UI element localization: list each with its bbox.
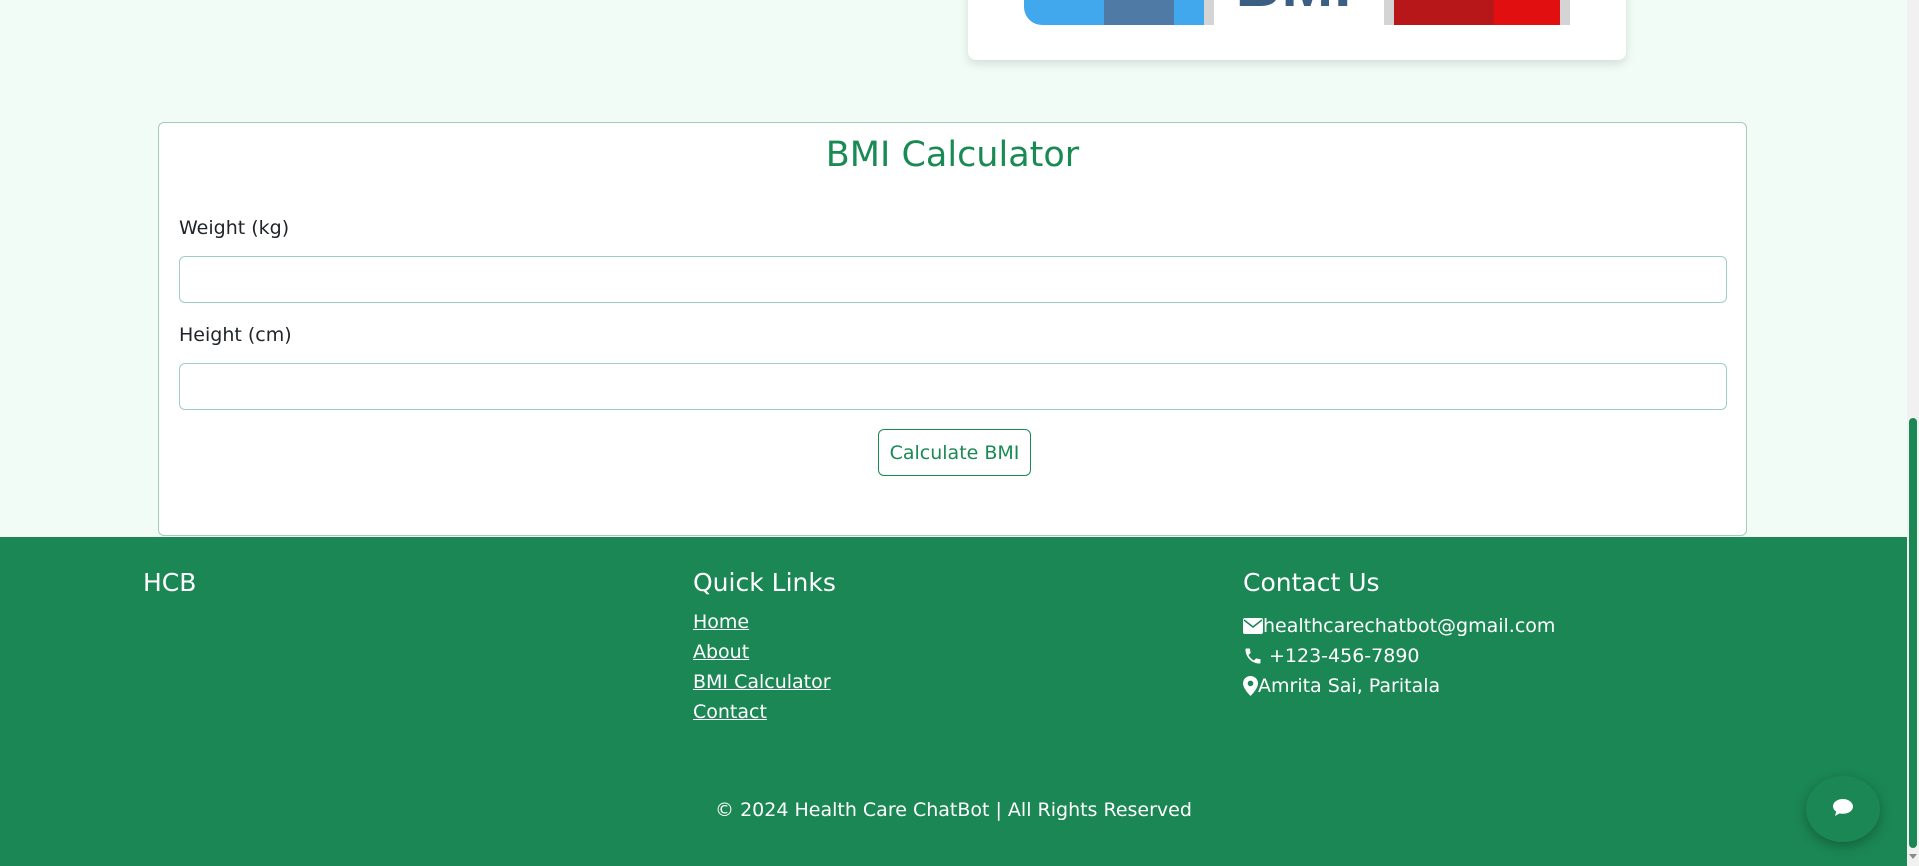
footer-brand: HCB [143, 568, 197, 597]
map-marker-icon [1243, 676, 1258, 696]
weight-input[interactable] [179, 256, 1727, 303]
contact-phone: +123-456-7890 [1269, 645, 1420, 667]
contact-email-row: healthcarechatbot@gmail.com [1243, 611, 1555, 641]
weight-label: Weight (kg) [179, 217, 290, 239]
height-label: Height (cm) [179, 324, 292, 346]
scrollbar-thumb[interactable] [1909, 418, 1917, 848]
contact-address: Amrita Sai, Paritala [1258, 675, 1441, 697]
bmi-calculator-card: BMI Calculator Weight (kg) Height (cm) C… [158, 122, 1747, 536]
footer-link-bmi-calculator[interactable]: BMI Calculator [693, 671, 831, 693]
footer-link-about[interactable]: About [693, 641, 749, 663]
calculate-bmi-button[interactable]: Calculate BMI [878, 429, 1031, 476]
footer-link-contact[interactable]: Contact [693, 701, 767, 723]
contact-address-row: Amrita Sai, Paritala [1243, 671, 1555, 701]
chat-bubble-icon [1833, 798, 1853, 820]
envelope-icon [1243, 618, 1263, 634]
chat-launcher-button[interactable] [1806, 776, 1880, 842]
bmi-gauge-label: BMI [1204, 0, 1384, 21]
copyright-text: © 2024 Health Care ChatBot | All Rights … [715, 799, 1192, 821]
bmi-calculator-title: BMI Calculator [825, 135, 1080, 175]
scroll-down-arrow-icon[interactable] [1909, 852, 1917, 860]
bmi-hero-card: BMI [968, 0, 1626, 60]
height-input[interactable] [179, 363, 1727, 410]
quick-links-list: Home About BMI Calculator Contact [693, 611, 831, 731]
contact-us-title: Contact Us [1243, 568, 1380, 597]
contact-info: healthcarechatbot@gmail.com +123-456-789… [1243, 611, 1555, 701]
footer-link-home[interactable]: Home [693, 611, 749, 633]
contact-phone-row: +123-456-7890 [1243, 641, 1555, 671]
quick-links-title: Quick Links [693, 568, 836, 597]
phone-icon [1243, 646, 1263, 666]
footer: HCB Quick Links Contact Us Home About BM… [0, 537, 1907, 866]
page-scrollbar[interactable] [1907, 0, 1919, 866]
bmi-gauge-image: BMI [1024, 0, 1570, 25]
contact-email: healthcarechatbot@gmail.com [1263, 615, 1556, 637]
